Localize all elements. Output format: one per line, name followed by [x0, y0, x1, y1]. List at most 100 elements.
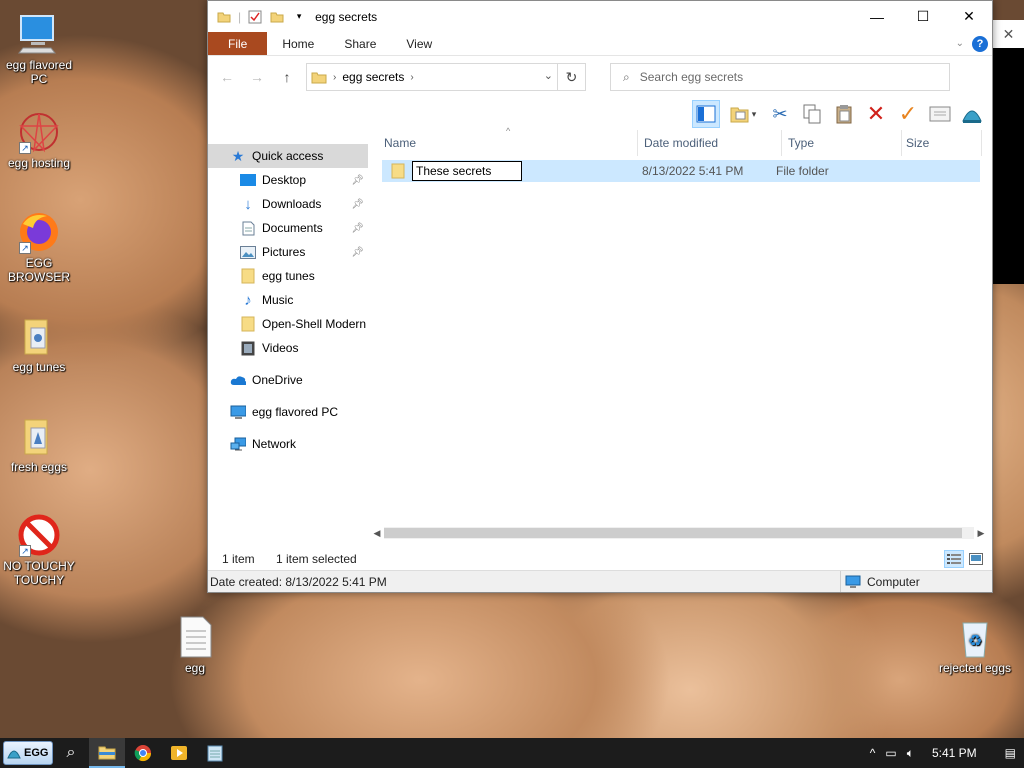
clock[interactable]: 5:41 PM	[932, 746, 977, 760]
column-type[interactable]: Type	[782, 130, 902, 156]
chevron-down-icon[interactable]: ⌄	[544, 69, 553, 82]
help-icon[interactable]: ?	[972, 35, 988, 52]
close-icon[interactable]: ✕	[993, 20, 1024, 48]
recycle-bin-icon: ♻	[953, 615, 997, 659]
new-folder-icon[interactable]	[269, 9, 285, 25]
pictures-icon	[240, 244, 256, 260]
desktop-icon-egg-browser[interactable]: ↗ EGG BROWSER	[1, 210, 77, 284]
tab-file[interactable]: File	[208, 32, 268, 55]
taskbar-file-explorer[interactable]	[89, 738, 125, 768]
nav-item-quick-access[interactable]: ★ Quick access	[208, 144, 368, 168]
large-icons-view-button[interactable]	[966, 550, 986, 568]
copy-button[interactable]	[798, 100, 826, 128]
nav-item-this-pc[interactable]: egg flavored PC	[208, 400, 368, 424]
horizontal-scrollbar[interactable]: ◀ ▶	[370, 526, 988, 540]
taskbar-search-button[interactable]: ⌕	[53, 738, 89, 768]
expand-ribbon-icon[interactable]: ⌄	[956, 38, 964, 49]
nav-item-label: Quick access	[252, 149, 324, 163]
large-icons-view-icon	[969, 553, 983, 565]
nav-item-egg-tunes[interactable]: egg tunes	[208, 264, 368, 288]
shell-settings-button[interactable]	[958, 100, 986, 128]
taskbar-notepad[interactable]	[197, 738, 233, 768]
taskbar: EGG ⌕ ^ ▭ 🔈︎ 5:41 PM ▤	[0, 738, 1024, 768]
desktop-icon-no-touchy[interactable]: ↗ NO TOUCHY TOUCHY	[1, 513, 77, 587]
separator: |	[238, 9, 242, 24]
customize-dropdown-icon[interactable]: ▾	[291, 9, 307, 25]
taskbar-media-player[interactable]	[161, 738, 197, 768]
details-view-button[interactable]	[944, 550, 964, 568]
search-box[interactable]: ⌕	[610, 63, 950, 91]
chevron-right-icon[interactable]: ›	[410, 72, 413, 83]
desktop-icon-label: rejected eggs	[938, 661, 1012, 675]
column-size[interactable]: Size	[902, 130, 982, 156]
desktop-icon-recycle-bin[interactable]: ♻ rejected eggs	[937, 615, 1013, 675]
table-row[interactable]: 8/13/2022 5:41 PM File folder	[382, 160, 980, 182]
nav-item-open-shell[interactable]: Open-Shell Modern	[208, 312, 368, 336]
column-date-modified[interactable]: Date modified	[638, 130, 782, 156]
nav-item-network[interactable]: Network	[208, 432, 368, 456]
desktop-icon-egg[interactable]: egg	[157, 615, 233, 675]
explorer-body: ★ Quick access Desktop 📌︎ ↓ Downloads 📌︎…	[208, 126, 992, 548]
tab-home[interactable]: Home	[267, 32, 329, 55]
folder-options-button[interactable]: ▾	[724, 100, 762, 128]
properties-button[interactable]: ✓	[894, 100, 922, 128]
desktop-icon-egg-hosting[interactable]: ↗ egg hosting	[1, 110, 77, 170]
start-label: EGG	[24, 747, 49, 759]
nav-item-pictures[interactable]: Pictures 📌︎	[208, 240, 368, 264]
cut-button[interactable]: ✂	[766, 100, 794, 128]
search-input[interactable]	[639, 70, 920, 84]
tab-share[interactable]: Share	[329, 32, 391, 55]
email-button[interactable]	[926, 100, 954, 128]
desktop-icon-pc[interactable]: egg flavored PC	[1, 12, 77, 86]
desktop-icon-egg-tunes[interactable]: egg tunes	[1, 314, 77, 374]
nav-item-music[interactable]: ♪ Music	[208, 288, 368, 312]
desktop-icon-fresh-eggs[interactable]: fresh eggs	[1, 414, 77, 474]
breadcrumb[interactable]: egg secrets	[342, 70, 404, 84]
scroll-left-icon[interactable]: ◀	[370, 528, 384, 539]
taskbar-chrome[interactable]	[125, 738, 161, 768]
notifications-icon[interactable]: ▤	[1005, 746, 1016, 760]
paste-button[interactable]	[830, 100, 858, 128]
close-button[interactable]: ✕	[946, 2, 992, 32]
desktop-icon-label: NO TOUCHY TOUCHY	[3, 559, 75, 587]
desktop-icon-label: EGG BROWSER	[7, 256, 70, 284]
title-bar: | ▾ egg secrets — ☐ ✕	[208, 1, 992, 32]
up-arrow-icon[interactable]: ↑	[276, 69, 298, 85]
nav-item-onedrive[interactable]: OneDrive	[208, 368, 368, 392]
network-icon[interactable]: ▭	[885, 746, 896, 760]
film-icon	[240, 340, 256, 356]
minimize-button[interactable]: —	[854, 2, 900, 32]
copy-icon	[803, 104, 821, 124]
nav-item-documents[interactable]: Documents 📌︎	[208, 216, 368, 240]
refresh-icon[interactable]: ↻	[557, 64, 585, 90]
properties-icon[interactable]	[247, 9, 263, 25]
nav-item-downloads[interactable]: ↓ Downloads 📌︎	[208, 192, 368, 216]
navigation-pane-icon	[696, 105, 716, 123]
back-arrow-icon[interactable]: ←	[216, 69, 238, 85]
show-hidden-icons-icon[interactable]: ^	[870, 746, 876, 760]
navigation-pane-button[interactable]	[692, 100, 720, 128]
document-icon	[240, 220, 256, 236]
dropdown-arrow-icon: ▾	[751, 108, 757, 119]
nav-item-desktop[interactable]: Desktop 📌︎	[208, 168, 368, 192]
maximize-button[interactable]: ☐	[900, 2, 946, 32]
scroll-right-icon[interactable]: ▶	[974, 528, 988, 539]
address-bar[interactable]: › egg secrets › ⌄ ↻	[306, 63, 586, 91]
download-arrow-icon: ↓	[244, 195, 252, 213]
start-button[interactable]: EGG	[3, 741, 53, 765]
scroll-thumb[interactable]	[384, 528, 963, 538]
delete-button[interactable]: ✕	[862, 100, 890, 128]
shell-icon	[962, 110, 982, 123]
volume-icon[interactable]: 🔈︎	[907, 746, 914, 761]
email-icon	[929, 106, 951, 122]
nav-item-label: Pictures	[262, 245, 306, 259]
chevron-right-icon[interactable]: ›	[333, 72, 336, 83]
rename-input[interactable]	[412, 161, 522, 181]
nav-item-videos[interactable]: Videos	[208, 336, 368, 360]
tab-view[interactable]: View	[391, 32, 447, 55]
column-name[interactable]: Name	[368, 130, 638, 156]
nav-item-label: Documents	[262, 221, 323, 235]
nav-item-label: Downloads	[262, 197, 322, 211]
forward-arrow-icon[interactable]: →	[246, 69, 268, 85]
item-count: 1 item	[222, 552, 255, 566]
